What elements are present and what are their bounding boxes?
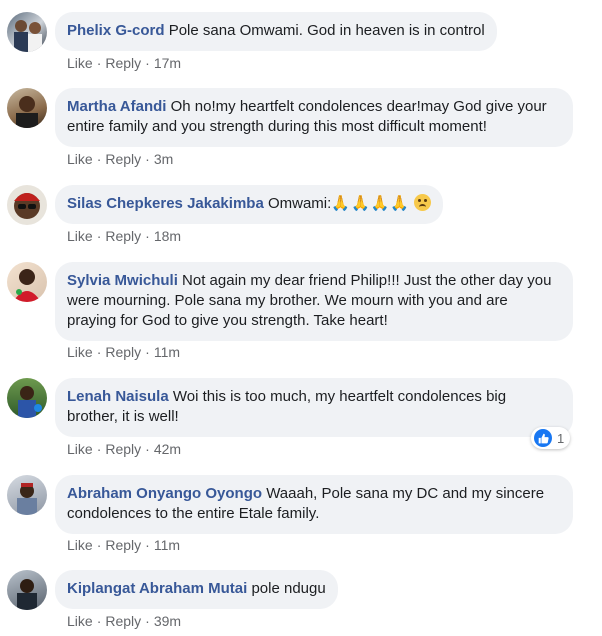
comment-bubble: Kiplangat Abraham Mutai pole ndugu xyxy=(55,570,338,609)
avatar-photo-icon xyxy=(14,20,42,52)
comment-bubble: Abraham Onyango Oyongo Waaah, Pole sana … xyxy=(55,475,573,534)
timestamp[interactable]: 11m xyxy=(154,537,180,553)
like-button[interactable]: Like xyxy=(67,344,93,360)
avatar-photo-icon xyxy=(14,193,40,219)
avatar[interactable] xyxy=(7,185,47,225)
avatar[interactable] xyxy=(7,475,47,515)
avatar-photo-icon xyxy=(18,386,42,418)
avatar[interactable] xyxy=(7,88,47,128)
commenter-name[interactable]: Silas Chepkeres Jakakimba xyxy=(67,195,264,212)
separator: · xyxy=(96,344,102,360)
comment-bubble: Silas Chepkeres Jakakimba Omwami:🙏🙏🙏🙏 xyxy=(55,185,444,224)
comment-bubble: Martha Afandi Oh no!my heartfelt condole… xyxy=(55,88,573,147)
separator: · xyxy=(145,55,150,71)
reply-button[interactable]: Reply xyxy=(105,228,141,244)
like-button[interactable]: Like xyxy=(67,151,93,167)
comment-actions: Like · Reply · 42m xyxy=(67,441,181,457)
commenter-name[interactable]: Abraham Onyango Oyongo xyxy=(67,485,262,502)
timestamp[interactable]: 39m xyxy=(154,613,181,629)
timestamp[interactable]: 17m xyxy=(154,55,181,71)
comment-text: Pole sana Omwami. God in heaven is in co… xyxy=(168,22,485,39)
separator: · xyxy=(145,441,150,457)
timestamp[interactable]: 3m xyxy=(154,151,173,167)
avatar[interactable] xyxy=(7,378,47,418)
avatar[interactable] xyxy=(7,570,47,610)
timestamp[interactable]: 42m xyxy=(154,441,181,457)
avatar-photo-icon xyxy=(13,269,41,302)
reaction-count: 1 xyxy=(557,430,565,446)
reply-button[interactable]: Reply xyxy=(105,344,141,360)
commenter-name[interactable]: Kiplangat Abraham Mutai xyxy=(67,580,247,597)
separator: · xyxy=(145,228,150,244)
separator: · xyxy=(145,613,150,629)
reply-button[interactable]: Reply xyxy=(105,613,141,629)
reply-button[interactable]: Reply xyxy=(105,55,141,71)
comment-bubble: Phelix G-cord Pole sana Omwami. God in h… xyxy=(55,12,497,51)
timestamp[interactable]: 18m xyxy=(154,228,181,244)
avatar-photo-icon xyxy=(16,96,38,128)
comment-actions: Like · Reply · 11m xyxy=(67,344,180,360)
reply-button[interactable]: Reply xyxy=(105,151,141,167)
like-button[interactable]: Like xyxy=(67,537,93,553)
comment-actions: Like · Reply · 3m xyxy=(67,151,173,167)
separator: · xyxy=(96,228,102,244)
avatar[interactable] xyxy=(7,262,47,302)
comment-text: Omwami: xyxy=(267,195,332,212)
comment-bubble: Lenah Naisula Woi this is too much, my h… xyxy=(55,378,573,437)
reaction-summary[interactable]: 1 xyxy=(531,427,571,449)
like-button[interactable]: Like xyxy=(67,55,93,71)
separator: · xyxy=(96,441,102,457)
like-button[interactable]: Like xyxy=(67,441,93,457)
commenter-name[interactable]: Martha Afandi xyxy=(67,98,166,115)
like-button[interactable]: Like xyxy=(67,613,93,629)
separator: · xyxy=(145,344,150,360)
comment-actions: Like · Reply · 11m xyxy=(67,537,180,553)
separator: · xyxy=(145,537,150,553)
comment-text: pole ndugu xyxy=(251,580,326,597)
timestamp[interactable]: 11m xyxy=(154,344,180,360)
separator: · xyxy=(96,151,102,167)
commenter-name[interactable]: Phelix G-cord xyxy=(67,22,165,39)
avatar-photo-icon xyxy=(17,579,37,610)
separator: · xyxy=(145,151,150,167)
like-button[interactable]: Like xyxy=(67,228,93,244)
praying-hands-icon: 🙏🙏🙏🙏 xyxy=(331,195,411,212)
separator: · xyxy=(96,613,102,629)
reply-button[interactable]: Reply xyxy=(105,537,141,553)
comment-actions: Like · Reply · 17m xyxy=(67,55,181,71)
commenter-name[interactable]: Lenah Naisula xyxy=(67,388,169,405)
reply-button[interactable]: Reply xyxy=(105,441,141,457)
comment-actions: Like · Reply · 18m xyxy=(67,228,181,244)
sad-face-emoji-icon xyxy=(414,194,432,211)
avatar-photo-icon xyxy=(17,483,37,515)
separator: · xyxy=(96,537,102,553)
separator: · xyxy=(96,55,102,71)
comment-bubble: Sylvia Mwichuli Not again my dear friend… xyxy=(55,262,573,341)
thumbs-up-icon xyxy=(534,429,552,447)
avatar[interactable] xyxy=(7,12,47,52)
comment-actions: Like · Reply · 39m xyxy=(67,613,181,629)
commenter-name[interactable]: Sylvia Mwichuli xyxy=(67,272,178,289)
